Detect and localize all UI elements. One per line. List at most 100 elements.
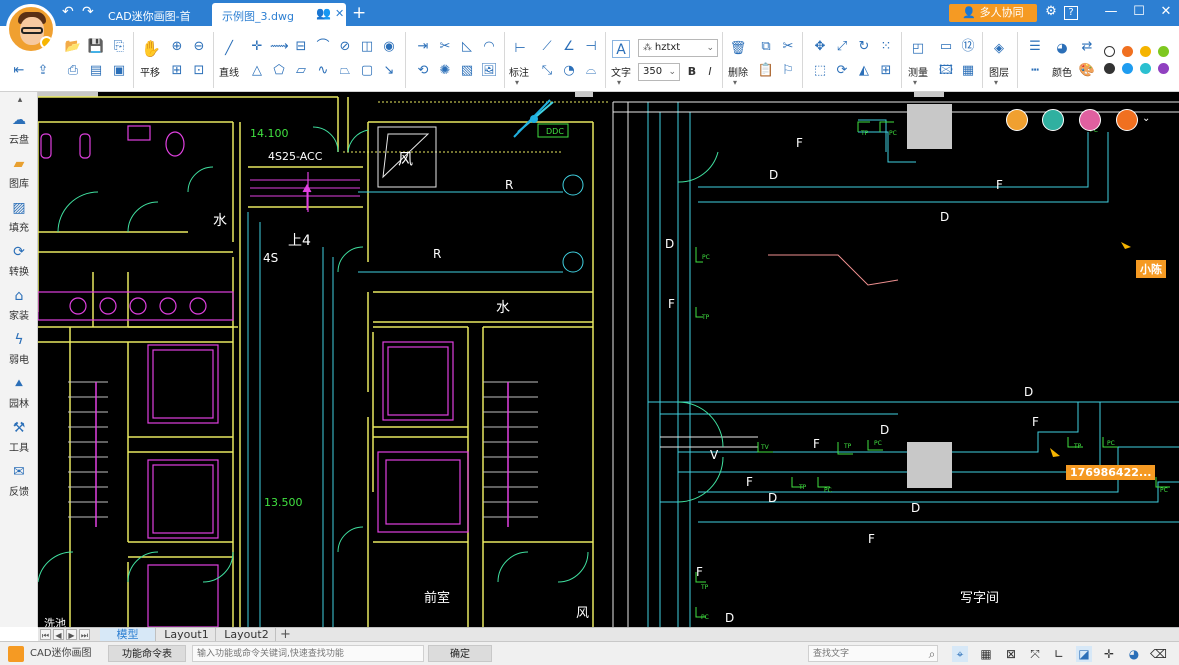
pan-icon[interactable]: ✋ [141, 40, 161, 58]
delete-icon[interactable]: 🗑 [729, 40, 747, 58]
sidebar-item-cloud[interactable]: ☁ 云盘 [0, 108, 38, 150]
color-label[interactable]: 颜色 [1052, 64, 1072, 79]
rotate-icon[interactable]: ↻ [855, 38, 873, 56]
zoom-in-icon[interactable]: ⊕ [168, 38, 186, 56]
sidebar-item-convert[interactable]: ⟳ 转换 [0, 240, 38, 282]
scale-icon[interactable]: ⤢ [833, 38, 851, 56]
cut-icon[interactable]: ✂ [779, 38, 797, 56]
save-as-icon[interactable]: ⎘ [110, 38, 128, 56]
chamfer-icon[interactable]: ◺ [458, 38, 476, 56]
pan-label[interactable]: 平移 [140, 64, 160, 79]
parallelogram-icon[interactable]: ▱ [292, 62, 310, 80]
selection-grip[interactable] [513, 99, 551, 138]
line-icon[interactable]: ╱ [220, 40, 238, 58]
text-label[interactable]: 文字 [611, 64, 631, 79]
close-window-icon[interactable]: ✕ [1157, 4, 1175, 19]
grid-array-icon[interactable]: ⊞ [877, 62, 895, 80]
trapezoid-icon[interactable]: ⏢ [336, 62, 354, 80]
grid-icon[interactable]: ▦ [978, 646, 994, 662]
collapse-icon[interactable]: ▴ [8, 95, 32, 105]
maximize-icon[interactable]: ☐ [1130, 4, 1148, 19]
palette-icon[interactable]: 🎨 [1078, 62, 1096, 80]
image-icon[interactable]: ▣ [110, 62, 128, 80]
pentagon-icon[interactable]: ⬠ [270, 62, 288, 80]
continuous-dim-icon[interactable]: ⊣ [582, 38, 600, 56]
last-page-icon[interactable]: ⏭ [79, 629, 90, 640]
lineweight-toggle-icon[interactable]: ◪ [1076, 646, 1092, 662]
text-dropdown-icon[interactable]: ▾ [617, 78, 621, 87]
hatch-tool-icon[interactable]: ▧ [458, 62, 476, 80]
radius-dim-icon[interactable]: ◔ [560, 62, 578, 80]
ellipse-icon[interactable]: ◉ [380, 38, 398, 56]
measure-label[interactable]: 测量 [908, 64, 928, 79]
table-icon[interactable]: ▦ [959, 62, 977, 80]
copy-icon[interactable]: ⧉ [757, 38, 775, 56]
layers-label[interactable]: 图层 [989, 64, 1009, 79]
triangle-icon[interactable]: △ [248, 62, 266, 80]
command-input[interactable] [192, 645, 424, 662]
print-icon[interactable]: ⎙ [64, 62, 82, 80]
export-icon[interactable]: ⇪ [34, 62, 52, 80]
color-swatch[interactable] [1158, 63, 1169, 74]
add-layout-icon[interactable]: + [280, 627, 291, 642]
area-icon[interactable]: ▭ [937, 38, 955, 56]
back-icon[interactable]: ↶ [62, 5, 74, 19]
circle-icon[interactable]: ⊘ [336, 38, 354, 56]
save-icon[interactable]: 💾 [87, 38, 105, 56]
rect-icon[interactable]: ⊟ [292, 38, 310, 56]
insert-image-icon[interactable]: 🖼 [480, 62, 498, 80]
cad-drawing[interactable]: 14.100 4S25-ACC 风 R R 水 水 4S 上4 DDC 13.5… [38, 92, 1179, 627]
layer-dropdown-icon[interactable]: ▾ [994, 78, 998, 87]
zoom-extents-icon[interactable]: ⊡ [190, 62, 208, 80]
stretch-icon[interactable]: ⬚ [811, 62, 829, 80]
dim-dropdown-icon[interactable]: ▾ [515, 78, 519, 87]
arc-icon[interactable]: ⌒ [314, 38, 332, 56]
delete-dropdown-icon[interactable]: ▾ [733, 78, 737, 87]
tab-home[interactable]: CAD迷你画图-首页 [98, 3, 210, 39]
sidebar-item-feedback[interactable]: ✉ 反馈 [0, 460, 38, 502]
forward-icon[interactable]: ↷ [82, 5, 94, 19]
add-tab-icon[interactable]: + [352, 3, 366, 23]
italic-button[interactable]: I [701, 63, 719, 81]
explode-icon[interactable]: ✺ [436, 62, 454, 80]
ortho-icon[interactable]: ⊠ [1003, 646, 1019, 662]
zoom-window-icon[interactable]: ⊞ [168, 62, 186, 80]
fillet-icon[interactable]: ◠ [480, 38, 498, 56]
picture-icon[interactable]: 🖾 [937, 62, 955, 80]
color-swatch[interactable] [1104, 46, 1115, 57]
snap-icon[interactable]: ⌖ [952, 646, 968, 662]
bold-button[interactable]: B [683, 63, 701, 81]
confirm-button[interactable]: 确定 [428, 645, 492, 662]
sidebar-item-garden[interactable]: ⯅ 园林 [0, 372, 38, 414]
offset-icon[interactable]: ⟲ [414, 62, 432, 80]
arc-dim-icon[interactable]: ⌓ [582, 62, 600, 80]
measure-icon[interactable]: ◰ [909, 40, 927, 58]
user-avatar[interactable] [6, 4, 56, 54]
linetype-icon[interactable]: ┅ [1026, 62, 1044, 80]
crosshair-icon[interactable]: ✛ [1101, 646, 1117, 662]
aligned-dim-icon[interactable]: ⟋ [538, 38, 556, 56]
zoom-out-icon[interactable]: ⊖ [190, 38, 208, 56]
color-swatch[interactable] [1122, 46, 1133, 57]
rotate3d-icon[interactable]: ⟳ [833, 62, 851, 80]
font-select[interactable]: ⁂ hztxt ⌄ [638, 39, 718, 57]
paste-icon[interactable]: 📋 [757, 62, 775, 80]
color-swatch[interactable] [1158, 46, 1169, 57]
polar-icon[interactable]: ⤧ [1027, 646, 1043, 662]
settings-icon[interactable]: ⚙ [1042, 4, 1060, 19]
angle-dim-icon[interactable]: ∠ [560, 38, 578, 56]
prev-page-icon[interactable]: ◀ [53, 629, 64, 640]
spline-icon[interactable]: ∿ [314, 62, 332, 80]
color-swatch[interactable] [1104, 63, 1115, 74]
measure-dropdown-icon[interactable]: ▾ [913, 78, 917, 87]
extend-icon[interactable]: ⇥ [414, 38, 432, 56]
point-icon[interactable]: ✛ [248, 38, 266, 56]
tab-layout1[interactable]: Layout1 [158, 628, 216, 642]
sidebar-item-power[interactable]: ϟ 弱电 [0, 328, 38, 370]
sidebar-item-home[interactable]: ⌂ 家装 [0, 284, 38, 326]
sidebar-item-hatch[interactable]: ▨ 填充 [0, 196, 38, 238]
undo-icon[interactable]: ⇤ [10, 62, 28, 80]
color-swatch[interactable] [1140, 63, 1151, 74]
count-icon[interactable]: ⑫ [959, 38, 977, 56]
layers-icon[interactable]: ◈ [990, 40, 1008, 58]
